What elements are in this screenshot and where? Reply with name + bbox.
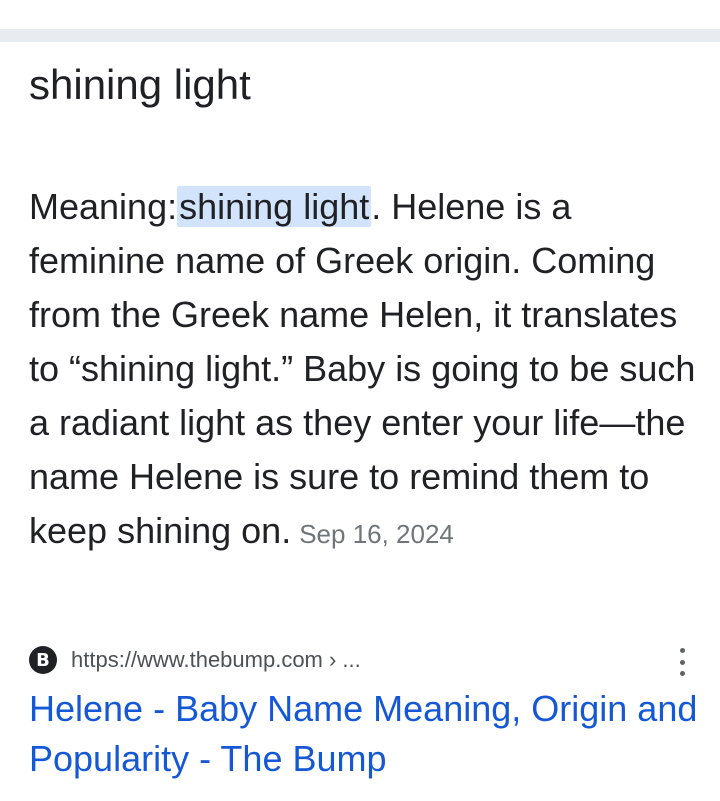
highlighted-meaning: shining light [177, 186, 372, 227]
result-title-link[interactable]: Helene - Baby Name Meaning, Origin and P… [29, 684, 699, 784]
more-dot [679, 671, 685, 676]
thebump-favicon-icon: B [29, 646, 57, 674]
section-divider [0, 29, 720, 42]
more-vert-icon[interactable] [672, 648, 692, 676]
more-dot [679, 648, 685, 653]
featured-answer-title: shining light [29, 61, 251, 108]
snippet-body: . Helene is a feminine name of Greek ori… [29, 186, 696, 551]
source-url[interactable]: https://www.thebump.com › ... [71, 647, 361, 673]
featured-snippet: Meaning:shining light. Helene is a femin… [29, 180, 699, 561]
source-row[interactable]: B https://www.thebump.com › ... [29, 644, 361, 676]
meaning-prefix: Meaning: [29, 186, 178, 227]
more-dot [679, 659, 685, 665]
snippet-date: Sep 16, 2024 [299, 519, 454, 549]
favicon-letter: B [36, 649, 50, 671]
